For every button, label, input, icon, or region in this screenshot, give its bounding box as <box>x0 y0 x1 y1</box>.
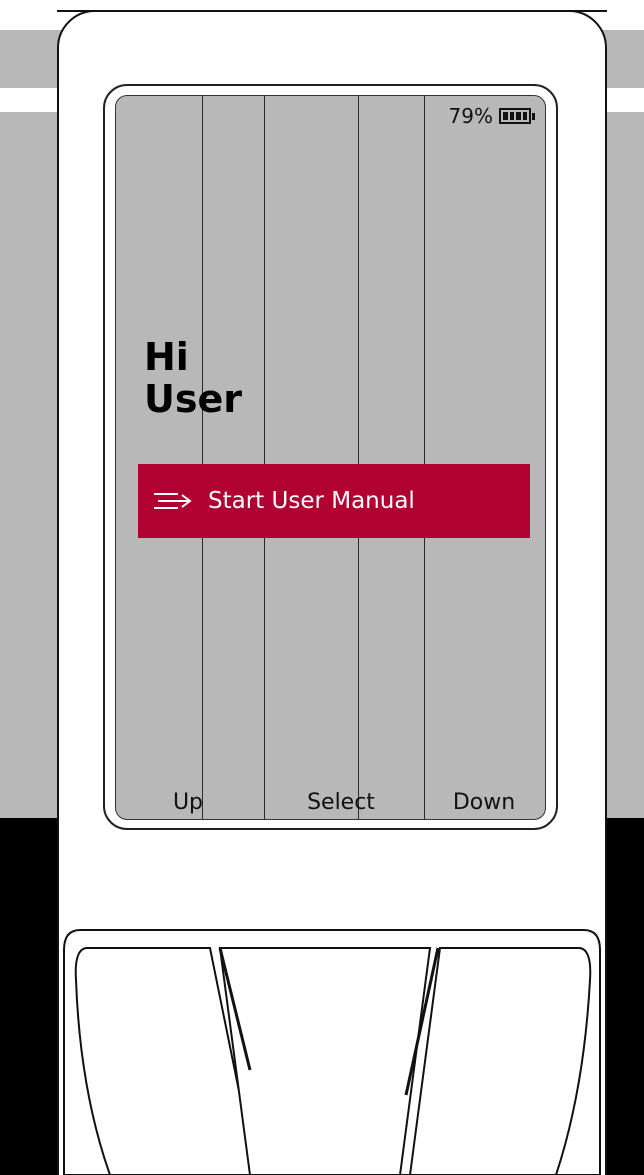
arrow-lines-icon <box>154 493 192 509</box>
start-user-manual-button[interactable]: Start User Manual <box>138 464 530 538</box>
physical-button-down[interactable] <box>408 947 592 1175</box>
screen-divider <box>424 96 425 819</box>
softkey-select[interactable]: Select <box>276 790 406 815</box>
softkey-down[interactable]: Down <box>434 790 534 815</box>
softkey-up[interactable]: Up <box>158 790 218 815</box>
screen-divider <box>202 96 203 819</box>
battery-percent: 79% <box>448 104 493 128</box>
physical-button-bay <box>63 929 601 1175</box>
greeting: Hi User <box>144 336 242 420</box>
device-top-edge <box>57 0 607 12</box>
battery-icon <box>499 108 535 124</box>
physical-button-select[interactable] <box>218 947 432 1175</box>
screen-divider <box>264 96 265 819</box>
greeting-line-1: Hi <box>144 335 189 379</box>
start-button-label: Start User Manual <box>208 488 415 514</box>
status-bar: 79% <box>448 104 535 128</box>
greeting-line-2: User <box>144 377 242 421</box>
screen-divider <box>358 96 359 819</box>
device-screen: 79% Hi User Start User Manual Up Select … <box>115 95 546 820</box>
device-render: 79% Hi User Start User Manual Up Select … <box>0 0 644 1175</box>
